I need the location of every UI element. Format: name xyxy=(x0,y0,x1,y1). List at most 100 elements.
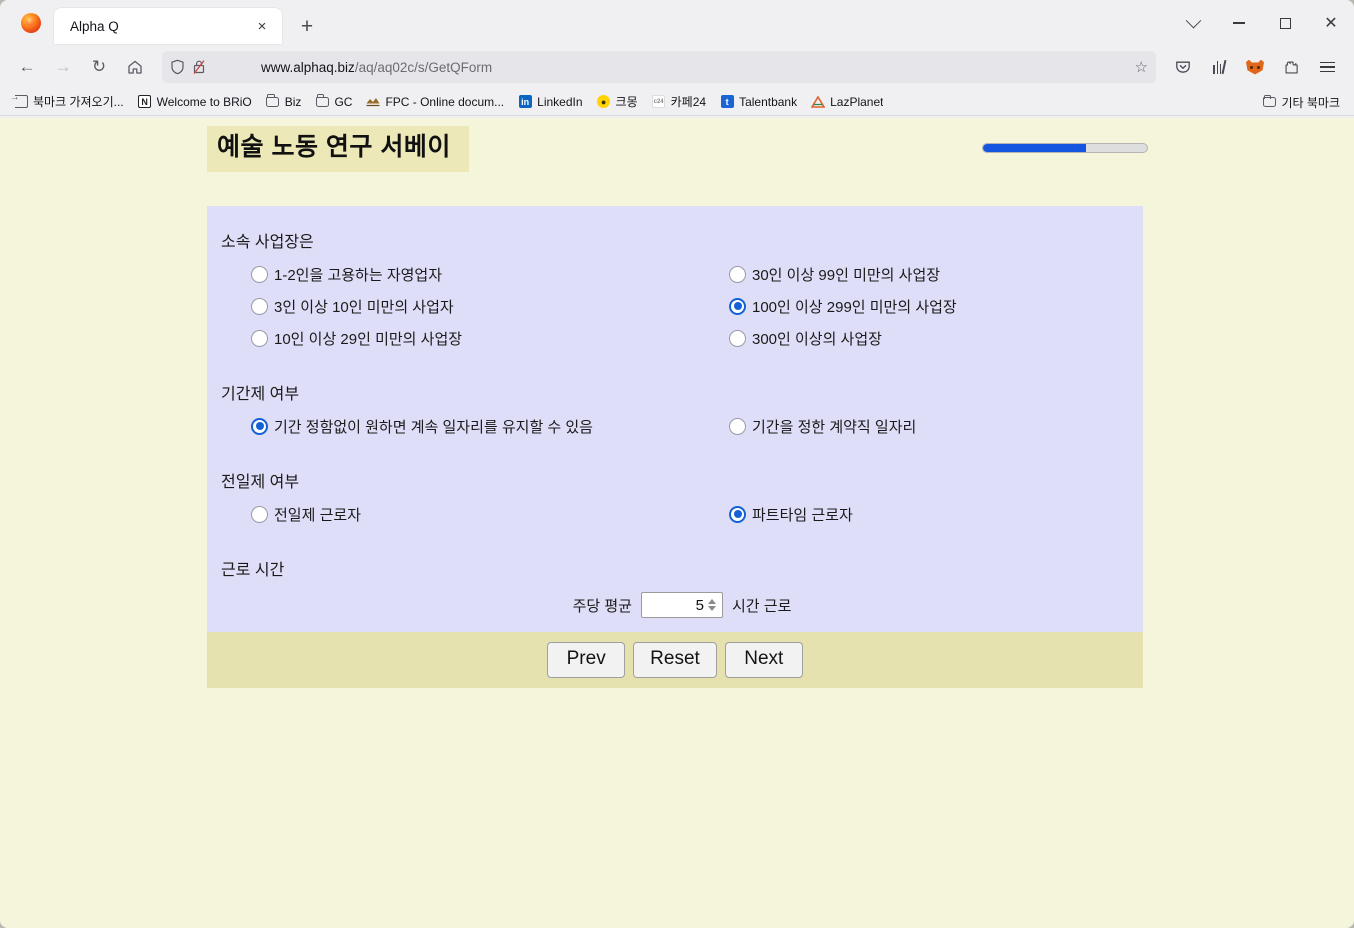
folder-icon xyxy=(266,94,280,109)
folder-icon xyxy=(315,94,329,109)
form-button-bar: Prev Reset Next xyxy=(207,632,1143,688)
question-label: 기간제 여부 xyxy=(221,386,300,403)
import-bookmarks-icon xyxy=(10,92,28,109)
bookmark-star-icon[interactable]: ☆ xyxy=(1135,58,1148,76)
bookmarks-bar: 북마크 가져오기... N Welcome to BRiO Biz GC FPC… xyxy=(0,88,1354,116)
mask-extension-icon[interactable] xyxy=(1238,51,1272,83)
bookmark-welcome-to-brio[interactable]: N Welcome to BRiO xyxy=(132,91,258,113)
home-icon[interactable] xyxy=(118,51,152,83)
minimize-icon[interactable] xyxy=(1216,0,1262,46)
hours-prefix-label: 주당 평균 xyxy=(572,597,632,615)
lock-crossed-icon xyxy=(192,59,206,75)
option-grid: 1-2인을 고용하는 자영업자 30인 이상 99인 미만의 사업장 3인 이상… xyxy=(221,258,1143,354)
option-label: 기간 정함없이 원하면 계속 일자리를 유지할 수 있음 xyxy=(274,418,593,436)
maximize-icon[interactable] xyxy=(1262,0,1308,46)
spinner-down-icon[interactable] xyxy=(708,606,716,611)
option-fixedterm-2[interactable]: 기간을 정한 계약직 일자리 xyxy=(729,410,1143,442)
bookmark-biz[interactable]: Biz xyxy=(260,91,308,113)
other-bookmarks-button[interactable]: 기타 북마크 xyxy=(1256,91,1346,113)
extensions-icon[interactable] xyxy=(1274,51,1308,83)
prev-button[interactable]: Prev xyxy=(547,642,626,678)
cafe24-icon: c24 xyxy=(652,95,666,109)
forward-icon[interactable]: → xyxy=(46,51,80,83)
option-grid: 전일제 근로자 파트타임 근로자 xyxy=(221,498,1143,530)
option-label: 1-2인을 고용하는 자영업자 xyxy=(274,266,443,284)
option-label: 전일제 근로자 xyxy=(274,506,361,524)
lazplanet-icon xyxy=(811,95,826,109)
bookmark-label: Welcome to BRiO xyxy=(156,94,252,109)
bookmark-lazplanet[interactable]: LazPlanet xyxy=(805,91,889,113)
tab-title: Alpha Q xyxy=(70,18,119,34)
option-workplace-6[interactable]: 300인 이상의 사업장 xyxy=(729,322,1143,354)
radio-icon[interactable] xyxy=(729,417,746,435)
bookmark-label: 북마크 가져오기... xyxy=(33,95,124,109)
option-label: 기간을 정한 계약직 일자리 xyxy=(752,418,917,436)
question-working-hours: 근로 시간 주당 평균 5 시간 근로 xyxy=(207,556,1143,618)
tab-list-chevron-down-icon[interactable] xyxy=(1170,0,1216,46)
radio-icon[interactable] xyxy=(251,297,268,315)
url-text: www.alphaq.biz/aq/aq02c/s/GetQForm xyxy=(213,60,1148,75)
bookmark-gc[interactable]: GC xyxy=(309,91,358,113)
browser-tab-alpha-q[interactable]: Alpha Q × xyxy=(54,8,282,44)
number-spinner[interactable] xyxy=(708,599,719,611)
window-controls: ✕ xyxy=(1170,0,1354,46)
radio-icon-checked[interactable] xyxy=(251,417,268,435)
pocket-icon[interactable] xyxy=(1166,51,1200,83)
tab-strip: Alpha Q × + ✕ xyxy=(0,0,1354,46)
bookmark-talentbank[interactable]: t Talentbank xyxy=(714,91,803,113)
question-label: 전일제 여부 xyxy=(221,474,300,491)
reload-icon[interactable]: ↻ xyxy=(82,51,116,83)
option-fulltime-1[interactable]: 전일제 근로자 xyxy=(251,498,729,530)
back-icon[interactable]: ← xyxy=(10,51,44,83)
survey-progress-fill xyxy=(983,144,1087,152)
option-label: 300인 이상의 사업장 xyxy=(752,330,882,348)
option-workplace-4[interactable]: 30인 이상 99인 미만의 사업장 xyxy=(729,258,1143,290)
radio-icon[interactable] xyxy=(729,265,746,283)
option-workplace-3[interactable]: 10인 이상 29인 미만의 사업장 xyxy=(251,322,729,354)
bookmark-label: Talentbank xyxy=(739,94,798,109)
close-window-icon[interactable]: ✕ xyxy=(1308,0,1354,46)
radio-icon[interactable] xyxy=(729,329,746,347)
radio-icon[interactable] xyxy=(251,505,268,523)
question-label: 소속 사업장은 xyxy=(221,234,314,251)
bookmark-import[interactable]: 북마크 가져오기... xyxy=(8,91,130,113)
spinner-up-icon[interactable] xyxy=(708,599,716,604)
option-grid: 기간 정함없이 원하면 계속 일자리를 유지할 수 있음 기간을 정한 계약직 … xyxy=(221,410,1143,442)
tab-close-icon[interactable]: × xyxy=(250,14,274,38)
option-workplace-2[interactable]: 3인 이상 10인 미만의 사업자 xyxy=(251,290,729,322)
bookmark-linkedin[interactable]: in LinkedIn xyxy=(512,91,588,113)
radio-icon-checked[interactable] xyxy=(729,505,746,523)
library-icon[interactable] xyxy=(1202,51,1236,83)
option-label: 10인 이상 29인 미만의 사업장 xyxy=(274,330,463,348)
option-workplace-5[interactable]: 100인 이상 299인 미만의 사업장 xyxy=(729,290,1143,322)
other-bookmarks[interactable]: 기타 북마크 xyxy=(1256,88,1346,116)
fpc-icon xyxy=(366,95,380,109)
url-bar[interactable]: www.alphaq.biz/aq/aq02c/s/GetQForm ☆ xyxy=(162,51,1156,83)
option-fulltime-2[interactable]: 파트타임 근로자 xyxy=(729,498,1143,530)
hours-input-value: 5 xyxy=(695,596,704,614)
linkedin-icon: in xyxy=(518,95,532,109)
bookmark-fpc[interactable]: FPC - Online docum... xyxy=(360,91,510,113)
new-tab-button[interactable]: + xyxy=(290,9,324,43)
radio-icon[interactable] xyxy=(251,329,268,347)
app-menu-icon[interactable] xyxy=(1310,51,1344,83)
browser-window: Alpha Q × + ✕ ← → ↻ www.alphaq.biz/aq/aq… xyxy=(0,0,1354,928)
bookmark-label: FPC - Online docum... xyxy=(385,94,505,109)
next-button[interactable]: Next xyxy=(724,642,803,678)
url-host: www.alphaq.biz xyxy=(261,59,355,75)
reset-button[interactable]: Reset xyxy=(633,642,717,678)
page-content: 예술 노동 연구 서베이 소속 사업장은 1-2인을 고용하는 자영업자 30인… xyxy=(0,118,1354,928)
bookmark-cafe24[interactable]: c24 카페24 xyxy=(646,91,712,113)
option-label: 파트타임 근로자 xyxy=(752,506,853,524)
talentbank-icon: t xyxy=(720,95,734,109)
hours-row: 주당 평균 5 시간 근로 xyxy=(221,586,1143,618)
bookmark-label: LinkedIn xyxy=(537,94,583,109)
option-fixedterm-1[interactable]: 기간 정함없이 원하면 계속 일자리를 유지할 수 있음 xyxy=(251,410,729,442)
hours-number-input[interactable]: 5 xyxy=(641,592,723,618)
bookmark-kmong[interactable]: ● 크몽 xyxy=(591,91,644,113)
radio-icon[interactable] xyxy=(251,265,268,283)
question-label: 근로 시간 xyxy=(221,562,285,579)
other-bookmarks-label: 기타 북마크 xyxy=(1281,95,1340,110)
option-workplace-1[interactable]: 1-2인을 고용하는 자영업자 xyxy=(251,258,729,290)
radio-icon-checked[interactable] xyxy=(729,297,746,315)
